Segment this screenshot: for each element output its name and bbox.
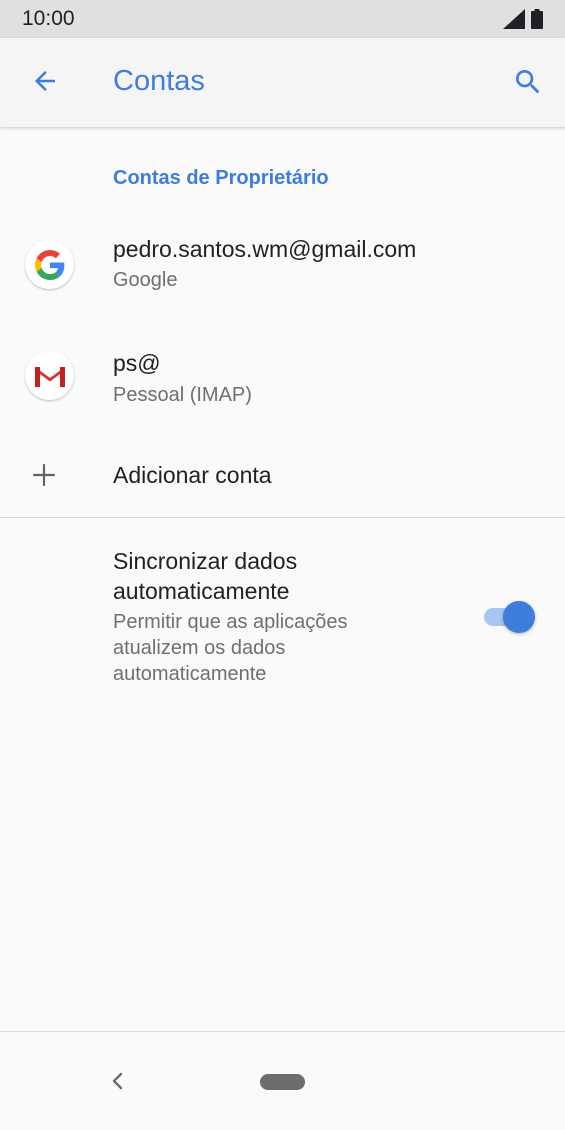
app-bar: Contas [0,38,565,127]
status-time: 10:00 [22,7,75,30]
add-account-button[interactable]: Adicionar conta [0,440,565,516]
auto-sync-description: Permitir que as aplicações atualizem os … [113,611,348,685]
toggle-thumb [503,601,535,633]
account-email: ps@ [113,350,161,376]
nav-home-pill[interactable] [260,1074,305,1090]
google-icon [25,240,74,289]
nav-back-icon[interactable] [106,1068,128,1094]
account-item-imap[interactable]: ps@ Pessoal (IMAP) [0,330,565,430]
add-account-label: Adicionar conta [113,462,272,488]
auto-sync-toggle[interactable] [482,600,536,633]
auto-sync-setting[interactable]: Sincronizar dados automaticamente Permit… [0,530,565,700]
account-email: pedro.santos.wm@gmail.com [113,236,417,262]
search-button[interactable] [508,62,548,102]
system-nav-bar [0,1031,565,1130]
page-title: Contas [113,65,205,97]
plus-icon [33,464,55,486]
account-type: Google [113,269,178,291]
status-icons [503,9,543,29]
battery-icon [531,9,543,29]
auto-sync-title: Sincronizar dados automaticamente [113,548,298,604]
account-item-google[interactable]: pedro.santos.wm@gmail.com Google [0,214,565,314]
signal-icon [503,9,525,29]
gmail-icon [25,351,74,400]
back-button[interactable] [26,62,64,100]
arrow-back-icon [35,71,55,91]
account-type: Pessoal (IMAP) [113,384,252,406]
divider [0,517,565,518]
search-icon [516,70,540,94]
section-header-owner-accounts: Contas de Proprietário [113,167,329,189]
status-bar: 10:00 [0,0,565,38]
